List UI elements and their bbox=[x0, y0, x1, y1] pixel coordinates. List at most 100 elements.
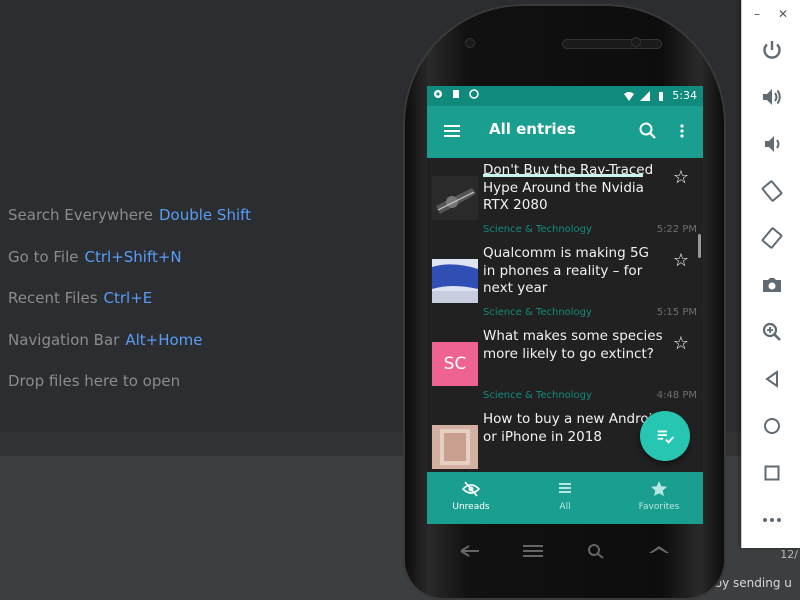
list-item[interactable]: Don't Buy the Ray-Traced Hype Around the… bbox=[427, 158, 703, 241]
nav-label: All bbox=[559, 502, 571, 512]
entry-title: Don't Buy the Ray-Traced Hype Around the… bbox=[483, 162, 654, 213]
entry-time: 5:22 PM bbox=[656, 224, 697, 235]
overview-button[interactable] bbox=[742, 453, 800, 493]
close-button[interactable]: ✕ bbox=[774, 4, 792, 24]
entry-thumbnail bbox=[432, 425, 478, 469]
phone-sensor bbox=[465, 38, 475, 48]
camera-icon bbox=[762, 278, 781, 292]
entry-category: Science & Technology bbox=[483, 390, 592, 401]
nav-all[interactable]: All bbox=[525, 480, 605, 512]
nav-favorites[interactable]: Favorites bbox=[619, 480, 699, 512]
hint-shortcut: Alt+Home bbox=[125, 330, 203, 349]
hint-recent-files: Recent Files Ctrl+E bbox=[8, 289, 251, 331]
entry-title: How to buy a new Android or iPhone in 20… bbox=[483, 411, 661, 445]
zoom-icon bbox=[762, 322, 781, 341]
battery-icon bbox=[659, 91, 664, 101]
clock: 5:34 bbox=[672, 89, 697, 102]
mark-read-fab[interactable] bbox=[640, 411, 690, 461]
phone-back-button[interactable] bbox=[456, 542, 484, 560]
entry-time: 5:15 PM bbox=[656, 307, 697, 318]
settings-icon bbox=[434, 90, 442, 98]
entry-category: Science & Technology bbox=[483, 307, 592, 318]
back-arrow-icon bbox=[460, 545, 479, 557]
star-icon[interactable]: ☆ bbox=[671, 168, 691, 188]
app-toolbar: All entries bbox=[427, 106, 703, 177]
wifi-icon bbox=[624, 91, 635, 101]
entry-thumbnail bbox=[432, 259, 478, 303]
hint-drop-files: Drop files here to open bbox=[8, 372, 251, 414]
phone-home-button[interactable] bbox=[645, 542, 673, 560]
star-icon[interactable]: ☆ bbox=[671, 251, 691, 271]
list-scrollbar[interactable] bbox=[698, 234, 701, 258]
search-icon bbox=[588, 544, 604, 559]
star-icon[interactable]: ☆ bbox=[671, 334, 691, 354]
hint-navigation-bar: Navigation Bar Alt+Home bbox=[8, 331, 251, 373]
power-icon bbox=[762, 41, 781, 59]
home-icon bbox=[763, 418, 780, 434]
hint-go-to-file: Go to File Ctrl+Shift+N bbox=[8, 248, 251, 290]
phone-menu-button[interactable] bbox=[519, 542, 547, 560]
nav-label: Favorites bbox=[638, 502, 680, 512]
rotate-left-icon bbox=[761, 180, 782, 202]
hint-label: Navigation Bar bbox=[8, 330, 120, 349]
toolbar-title: All entries bbox=[489, 120, 576, 138]
phone-search-button[interactable] bbox=[582, 542, 610, 560]
thumbnail-initials: SC bbox=[443, 354, 467, 374]
rotate-left-button[interactable] bbox=[742, 171, 800, 211]
sync-icon bbox=[469, 89, 479, 99]
entry-thumbnail: SC bbox=[432, 342, 478, 386]
star-icon bbox=[651, 481, 667, 496]
home-icon bbox=[649, 546, 669, 553]
mark-read-icon bbox=[657, 430, 674, 444]
hint-label: Search Everywhere bbox=[8, 206, 153, 224]
hint-label: Go to File bbox=[8, 247, 79, 266]
entry-title: What makes some species more likely to g… bbox=[483, 328, 663, 362]
overflow-menu-icon[interactable] bbox=[675, 120, 689, 142]
volume-down-button[interactable] bbox=[742, 124, 800, 164]
entry-title: Qualcomm is making 5G in phones a realit… bbox=[483, 245, 650, 296]
eye-off-icon bbox=[462, 481, 480, 497]
signal-icon bbox=[640, 90, 651, 101]
ide-status-text: 12/ bbox=[780, 548, 798, 561]
phone-screen: 5:34 All entries Don't Buy the Ray-Trace… bbox=[427, 86, 703, 524]
android-status-bar: 5:34 bbox=[427, 86, 703, 106]
front-camera bbox=[631, 37, 641, 47]
volume-up-button[interactable] bbox=[742, 77, 800, 117]
back-button[interactable] bbox=[742, 359, 800, 399]
search-icon[interactable] bbox=[637, 120, 659, 142]
menu-icon bbox=[523, 545, 543, 557]
rotate-right-icon bbox=[761, 227, 782, 249]
hint-shortcut: Double Shift bbox=[159, 206, 252, 224]
bottom-navigation: Unreads All Favorites bbox=[427, 472, 703, 524]
minimize-button[interactable]: – bbox=[748, 4, 766, 24]
hint-shortcut: Ctrl+Shift+N bbox=[84, 247, 182, 266]
nav-label: Unreads bbox=[452, 502, 490, 512]
home-button[interactable] bbox=[742, 406, 800, 446]
ide-empty-editor-hints: Search Everywhere Double Shift Go to File… bbox=[8, 206, 251, 414]
zoom-button[interactable] bbox=[742, 312, 800, 352]
rotate-right-button[interactable] bbox=[742, 218, 800, 258]
phone-speaker bbox=[562, 39, 662, 49]
entry-time: 4:48 PM bbox=[656, 390, 697, 401]
list-icon bbox=[559, 483, 571, 493]
list-item[interactable]: Qualcomm is making 5G in phones a realit… bbox=[427, 241, 703, 324]
entry-thumbnail bbox=[432, 176, 478, 220]
power-button[interactable] bbox=[742, 30, 800, 70]
emulator-toolbar: – ✕ bbox=[741, 0, 800, 548]
hint-label: Drop files here to open bbox=[8, 372, 181, 390]
hint-shortcut: Ctrl+E bbox=[103, 289, 153, 307]
hint-label: Recent Files bbox=[8, 289, 98, 307]
screenshot-button[interactable] bbox=[742, 265, 800, 305]
hint-search-everywhere: Search Everywhere Double Shift bbox=[8, 206, 251, 248]
more-icon bbox=[762, 518, 781, 522]
hamburger-menu-icon[interactable] bbox=[441, 120, 463, 142]
sd-card-icon bbox=[453, 90, 459, 98]
more-options-button[interactable] bbox=[742, 500, 800, 540]
entry-category: Science & Technology bbox=[483, 224, 592, 235]
back-icon bbox=[764, 370, 778, 388]
list-item[interactable]: SC What makes some species more likely t… bbox=[427, 324, 703, 407]
volume-down-icon bbox=[764, 136, 779, 152]
overview-icon bbox=[764, 465, 779, 481]
volume-up-icon bbox=[762, 89, 781, 105]
nav-unreads[interactable]: Unreads bbox=[431, 480, 511, 512]
